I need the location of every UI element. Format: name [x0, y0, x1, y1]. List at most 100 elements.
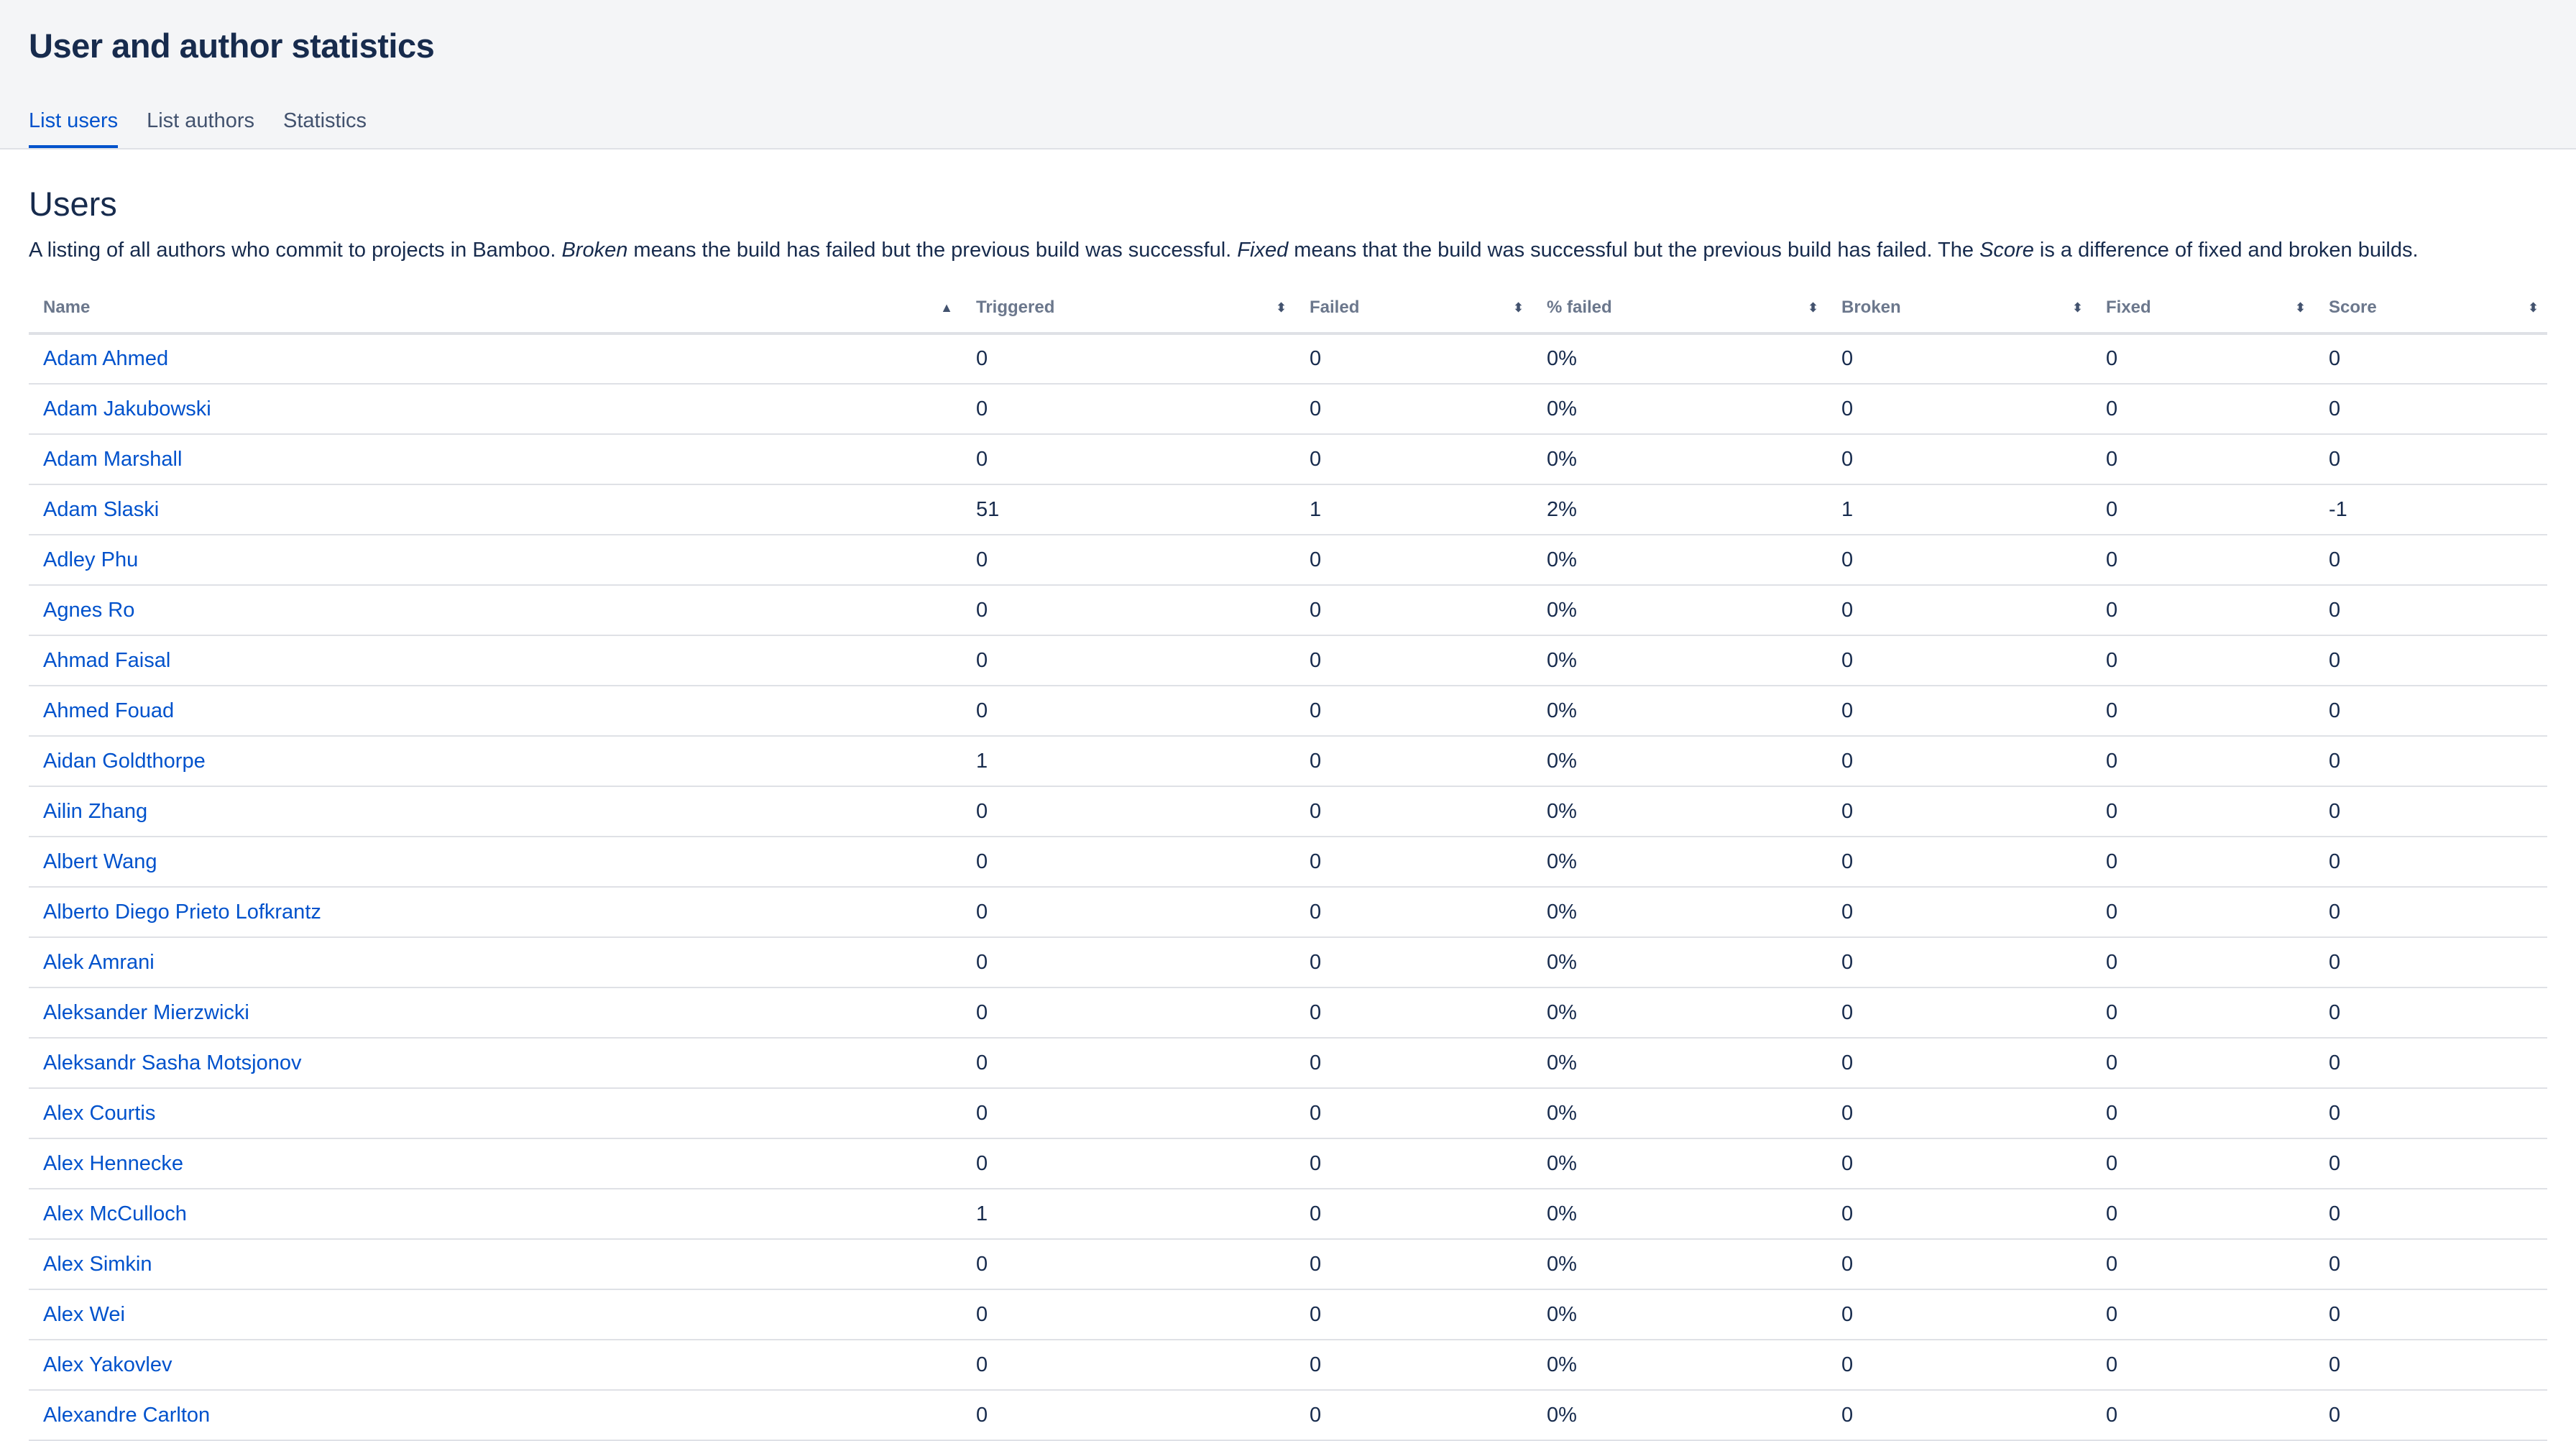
cell-broken: 0	[1827, 1138, 2092, 1189]
user-link[interactable]: Albert Wang	[43, 850, 157, 873]
cell-broken: 0	[1827, 736, 2092, 787]
cell-percent-failed: 0%	[1532, 786, 1827, 837]
cell-percent-failed: 0%	[1532, 1289, 1827, 1340]
column-header-percent-failed[interactable]: % failed ⬍	[1532, 283, 1827, 335]
cell-failed: 0	[1295, 333, 1532, 385]
cell-percent-failed: 0%	[1532, 937, 1827, 988]
user-link[interactable]: Alex Yakovlev	[43, 1353, 172, 1376]
column-header-triggered[interactable]: Triggered ⬍	[962, 283, 1295, 335]
user-link[interactable]: Aidan Goldthorpe	[43, 750, 206, 773]
user-link[interactable]: Adam Ahmed	[43, 347, 168, 370]
cell-triggered: 1	[962, 736, 1295, 787]
description-part: A listing of all authors who commit to p…	[29, 239, 562, 262]
cell-percent-failed: 0%	[1532, 1390, 1827, 1441]
user-link[interactable]: Alex Wei	[43, 1303, 125, 1326]
column-header-label: Broken	[1841, 298, 1901, 317]
user-link[interactable]: Alex Simkin	[43, 1253, 152, 1276]
cell-fixed: 0	[2092, 736, 2314, 787]
cell-score: 0	[2314, 1189, 2547, 1240]
tab-list-users[interactable]: List users	[29, 106, 119, 148]
user-link[interactable]: Adam Marshall	[43, 448, 182, 471]
sort-icon: ⬍	[2294, 300, 2306, 315]
cell-percent-failed: 0%	[1532, 1340, 1827, 1391]
table-row: Ailin Zhang 0 0 0% 0 0 0	[29, 786, 2547, 837]
user-link[interactable]: Adam Jakubowski	[43, 397, 211, 420]
cell-name: Ahmed Fouad	[29, 686, 962, 737]
cell-name: Alek Amrani	[29, 937, 962, 988]
cell-broken: 0	[1827, 384, 2092, 435]
user-link[interactable]: Alex Hennecke	[43, 1152, 183, 1175]
user-link[interactable]: Alexandre Carlton	[43, 1404, 210, 1427]
table-row: Alex McCulloch 1 0 0% 0 0 0	[29, 1189, 2547, 1240]
cell-percent-failed: 0%	[1532, 686, 1827, 737]
column-header-broken[interactable]: Broken ⬍	[1827, 283, 2092, 335]
cell-name: Albert Wang	[29, 837, 962, 888]
cell-score: 0	[2314, 434, 2547, 485]
cell-name: Alexandre Carlton	[29, 1390, 962, 1441]
cell-name: Ahmad Faisal	[29, 635, 962, 686]
sort-icon: ⬍	[1275, 300, 1287, 315]
cell-percent-failed: 0%	[1532, 1189, 1827, 1240]
column-header-name[interactable]: Name ▲	[29, 283, 962, 335]
cell-triggered: 0	[962, 837, 1295, 888]
cell-broken: 0	[1827, 434, 2092, 485]
cell-fixed: 0	[2092, 837, 2314, 888]
cell-percent-failed: 0%	[1532, 585, 1827, 636]
user-link[interactable]: Aleksander Mierzwicki	[43, 1001, 249, 1024]
users-table: Name ▲ Triggered ⬍ Failed ⬍ % failed ⬍ Broke…	[29, 283, 2547, 1441]
user-link[interactable]: Ahmad Faisal	[43, 649, 170, 672]
table-header-row: Name ▲ Triggered ⬍ Failed ⬍ % failed ⬍ Broke…	[29, 283, 2547, 335]
cell-score: 0	[2314, 585, 2547, 636]
table-row: Alex Simkin 0 0 0% 0 0 0	[29, 1239, 2547, 1290]
cell-failed: 0	[1295, 1189, 1532, 1240]
user-link[interactable]: Alberto Diego Prieto Lofkrantz	[43, 901, 321, 924]
user-link[interactable]: Adley Phu	[43, 548, 138, 571]
cell-fixed: 0	[2092, 484, 2314, 535]
cell-percent-failed: 0%	[1532, 384, 1827, 435]
tab-statistics[interactable]: Statistics	[283, 106, 367, 148]
cell-name: Alex Simkin	[29, 1239, 962, 1290]
sort-ascending-icon: ▲	[940, 300, 953, 315]
user-link[interactable]: Agnes Ro	[43, 599, 134, 622]
column-header-failed[interactable]: Failed ⬍	[1295, 283, 1532, 335]
user-link[interactable]: Ahmed Fouad	[43, 699, 174, 722]
table-row: Alex Wei 0 0 0% 0 0 0	[29, 1289, 2547, 1340]
cell-name: Aidan Goldthorpe	[29, 736, 962, 787]
cell-triggered: 0	[962, 635, 1295, 686]
column-header-fixed[interactable]: Fixed ⬍	[2092, 283, 2314, 335]
cell-fixed: 0	[2092, 686, 2314, 737]
user-link[interactable]: Alek Amrani	[43, 951, 155, 974]
cell-failed: 0	[1295, 434, 1532, 485]
table-row: Agnes Ro 0 0 0% 0 0 0	[29, 585, 2547, 636]
cell-failed: 0	[1295, 987, 1532, 1039]
cell-score: 0	[2314, 384, 2547, 435]
cell-triggered: 0	[962, 1289, 1295, 1340]
user-link[interactable]: Ailin Zhang	[43, 800, 147, 823]
cell-fixed: 0	[2092, 384, 2314, 435]
cell-failed: 0	[1295, 384, 1532, 435]
cell-score: 0	[2314, 1138, 2547, 1189]
cell-score: 0	[2314, 1038, 2547, 1089]
column-header-label: % failed	[1547, 298, 1612, 317]
tab-list-authors[interactable]: List authors	[147, 106, 254, 148]
users-table-wrapper: Name ▲ Triggered ⬍ Failed ⬍ % failed ⬍ Broke…	[29, 283, 2547, 1441]
column-header-score[interactable]: Score ⬍	[2314, 283, 2547, 335]
cell-fixed: 0	[2092, 1289, 2314, 1340]
table-row: Adam Marshall 0 0 0% 0 0 0	[29, 434, 2547, 485]
cell-fixed: 0	[2092, 1189, 2314, 1240]
cell-name: Adam Ahmed	[29, 333, 962, 385]
cell-score: 0	[2314, 837, 2547, 888]
user-link[interactable]: Alex McCulloch	[43, 1202, 187, 1225]
cell-score: 0	[2314, 1289, 2547, 1340]
user-link[interactable]: Aleksandr Sasha Motsjonov	[43, 1051, 301, 1074]
table-row: Alexandre Carlton 0 0 0% 0 0 0	[29, 1390, 2547, 1441]
cell-fixed: 0	[2092, 333, 2314, 385]
cell-name: Adam Slaski	[29, 484, 962, 535]
column-header-label: Score	[2329, 298, 2377, 317]
user-link[interactable]: Adam Slaski	[43, 498, 159, 521]
column-header-label: Fixed	[2106, 298, 2151, 317]
user-link[interactable]: Alex Courtis	[43, 1102, 155, 1125]
table-row: Aidan Goldthorpe 1 0 0% 0 0 0	[29, 736, 2547, 787]
cell-percent-failed: 2%	[1532, 484, 1827, 535]
cell-score: 0	[2314, 333, 2547, 385]
